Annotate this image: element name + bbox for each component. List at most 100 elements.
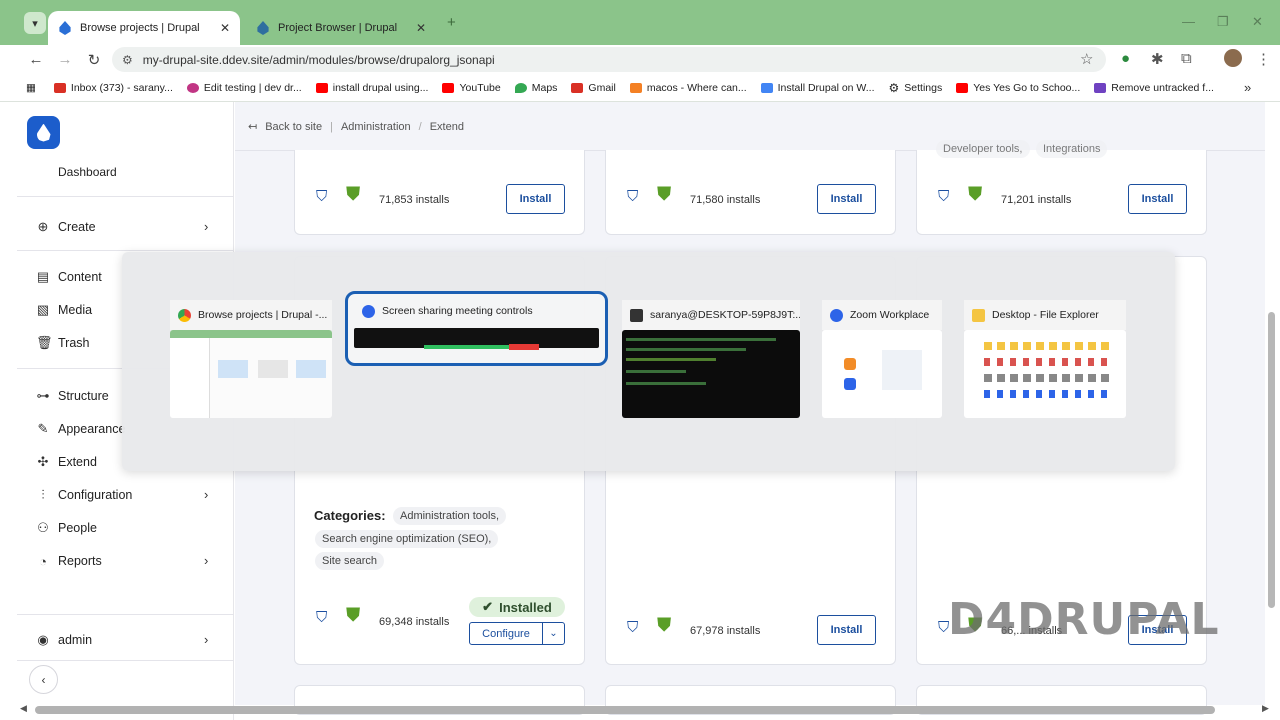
back-icon[interactable]: ←	[27, 51, 45, 68]
gmail-icon	[571, 83, 584, 93]
sidebar-divider	[17, 250, 234, 251]
tab-title: Project Browser | Drupal	[278, 22, 398, 34]
breadcrumb-item[interactable]: Extend	[430, 121, 464, 133]
new-tab-button[interactable]: +	[447, 14, 456, 31]
switcher-window[interactable]: saranya@DESKTOP-59P8J9T:...	[622, 300, 800, 418]
switcher-window-selected[interactable]: Screen sharing meeting controls	[345, 291, 608, 366]
sidebar-item-reports[interactable]: ◔ Reports	[36, 551, 102, 571]
document-icon	[760, 83, 773, 93]
sidebar-collapse-button[interactable]: ‹	[29, 665, 58, 694]
security-shield-icon: ⛉	[316, 188, 328, 205]
switcher-window[interactable]: Browse projects | Drupal -...	[170, 300, 332, 418]
bookmark-label: Install Drupal on W...	[777, 82, 875, 94]
sidebar-item-people[interactable]: ⚇ People	[36, 518, 97, 538]
extensions-puzzle-icon[interactable]: ⧉	[1181, 50, 1192, 67]
apps-grid-icon[interactable]: ▦	[26, 82, 36, 94]
configure-button[interactable]: Configure	[470, 628, 542, 640]
address-bar[interactable]: ⚙ my-drupal-site.ddev.site/admin/modules…	[112, 47, 1106, 72]
chevron-down-icon[interactable]: ⌄	[542, 623, 564, 644]
sidebar-item-content[interactable]: ▤ Content	[36, 267, 102, 287]
category-tag: Developer tools,	[936, 140, 1030, 158]
bookmark-item[interactable]: ⚙ Settings	[889, 81, 943, 95]
bug-extension-icon[interactable]: ✱	[1151, 50, 1164, 68]
bookmark-item[interactable]: YouTube	[442, 82, 501, 94]
back-arrow-icon[interactable]: ↤	[248, 120, 257, 133]
bookmark-item[interactable]: Remove untracked f...	[1094, 82, 1214, 94]
bookmark-item[interactable]: Edit testing | dev dr...	[186, 82, 302, 94]
chevron-right-icon[interactable]: ›	[204, 487, 208, 502]
meeting-controls-thumbnail	[354, 328, 599, 350]
browser-tab-active[interactable]: Browse projects | Drupal ✕	[48, 11, 240, 45]
scroll-right-icon[interactable]: ▶	[1262, 703, 1269, 714]
install-button[interactable]: Install	[817, 184, 876, 214]
category-tag: Site search	[315, 552, 385, 570]
sidebar-dashboard[interactable]: Dashboard	[58, 165, 117, 179]
grammarly-extension-icon[interactable]: ●	[1121, 50, 1130, 67]
drupal-logo[interactable]	[27, 116, 60, 149]
more-bookmarks-icon[interactable]: »	[1244, 80, 1251, 95]
minimize-icon[interactable]: —	[1182, 14, 1195, 29]
installed-status-badge: ✔ Installed	[469, 597, 565, 617]
sidebar-item-extend[interactable]: ✣ Extend	[36, 452, 97, 472]
browser-tab[interactable]: Project Browser | Drupal ✕	[246, 11, 436, 45]
bookmark-item[interactable]: install drupal using...	[315, 82, 428, 94]
close-window-icon[interactable]: ✕	[1252, 14, 1263, 30]
reload-icon[interactable]: ↻	[85, 51, 103, 69]
sidebar-item-trash[interactable]: 🗑 Trash	[36, 333, 90, 353]
profile-avatar[interactable]	[1224, 49, 1242, 67]
configure-split-button[interactable]: Configure ⌄	[469, 622, 565, 645]
sidebar-item-configuration[interactable]: ⫶ Configuration	[36, 485, 132, 505]
chevron-right-icon[interactable]: ›	[204, 632, 208, 647]
close-tab-icon[interactable]: ✕	[220, 21, 230, 35]
folder-icon	[972, 308, 985, 322]
sidebar-user-menu[interactable]: ◉ admin	[36, 630, 92, 650]
breadcrumb-divider: |	[330, 120, 333, 133]
install-button[interactable]: Install	[817, 615, 876, 645]
scroll-left-icon[interactable]: ◀	[20, 703, 27, 714]
close-tab-icon[interactable]: ✕	[416, 21, 426, 35]
terminal-icon	[630, 308, 643, 322]
bookmark-star-icon[interactable]: ☆	[1080, 50, 1093, 68]
bookmark-item[interactable]: Install Drupal on W...	[760, 82, 875, 94]
forward-icon[interactable]: →	[56, 51, 74, 68]
chrome-menu-icon[interactable]: ⋮	[1256, 50, 1271, 68]
switcher-window[interactable]: Zoom Workplace	[822, 300, 942, 418]
url-text: my-drupal-site.ddev.site/admin/modules/b…	[142, 52, 495, 67]
sidebar-item-structure[interactable]: ⊶ Structure	[36, 386, 109, 406]
chevron-right-icon[interactable]: ›	[204, 553, 208, 568]
tab-search-button[interactable]: ▾	[24, 12, 46, 34]
sliders-icon: ⫶	[41, 487, 45, 502]
content-icon: ▤	[36, 269, 50, 284]
sidebar-item-appearance[interactable]: ✎ Appearance	[36, 419, 126, 439]
security-shield-icon: ⛉	[627, 619, 639, 636]
install-button[interactable]: Install	[506, 184, 565, 214]
bookmark-item[interactable]: Yes Yes Go to Schoo...	[956, 82, 1080, 94]
install-button[interactable]: Install	[1128, 184, 1187, 214]
sidebar-item-label: Reports	[58, 554, 102, 568]
brush-icon: ✎	[37, 421, 49, 436]
install-count: 71,853 installs	[379, 194, 450, 206]
drupal-favicon-icon	[59, 21, 71, 35]
maximize-icon[interactable]: ❐	[1217, 14, 1229, 30]
chevron-right-icon[interactable]: ›	[204, 219, 208, 234]
site-info-icon[interactable]: ⚙	[122, 53, 133, 67]
instagram-icon	[186, 83, 199, 93]
vertical-scrollbar[interactable]	[1268, 312, 1275, 608]
bookmark-label: Remove untracked f...	[1111, 82, 1214, 94]
back-to-site-link[interactable]: Back to site	[265, 121, 322, 133]
breadcrumb-item[interactable]: Administration	[341, 121, 411, 133]
sidebar-item-media[interactable]: ▧ Media	[36, 300, 92, 320]
bookmark-item[interactable]: macos - Where can...	[629, 82, 747, 94]
bookmark-item[interactable]: Gmail	[571, 82, 616, 94]
switcher-window[interactable]: Desktop - File Explorer	[964, 300, 1126, 418]
bookmark-label: Settings	[904, 82, 943, 94]
bookmark-item[interactable]: Inbox (373) - sarany...	[53, 82, 173, 94]
sidebar-item-create[interactable]: ⊕ Create	[36, 217, 96, 237]
bookmark-item[interactable]: Maps	[514, 82, 557, 94]
maintained-shield-icon: ⛊	[657, 184, 672, 205]
window-thumbnail	[822, 330, 942, 418]
window-thumbnail	[170, 330, 332, 418]
zoom-icon	[830, 308, 843, 322]
category-tag: Integrations	[1036, 140, 1108, 158]
horizontal-scrollbar[interactable]	[35, 706, 1215, 714]
